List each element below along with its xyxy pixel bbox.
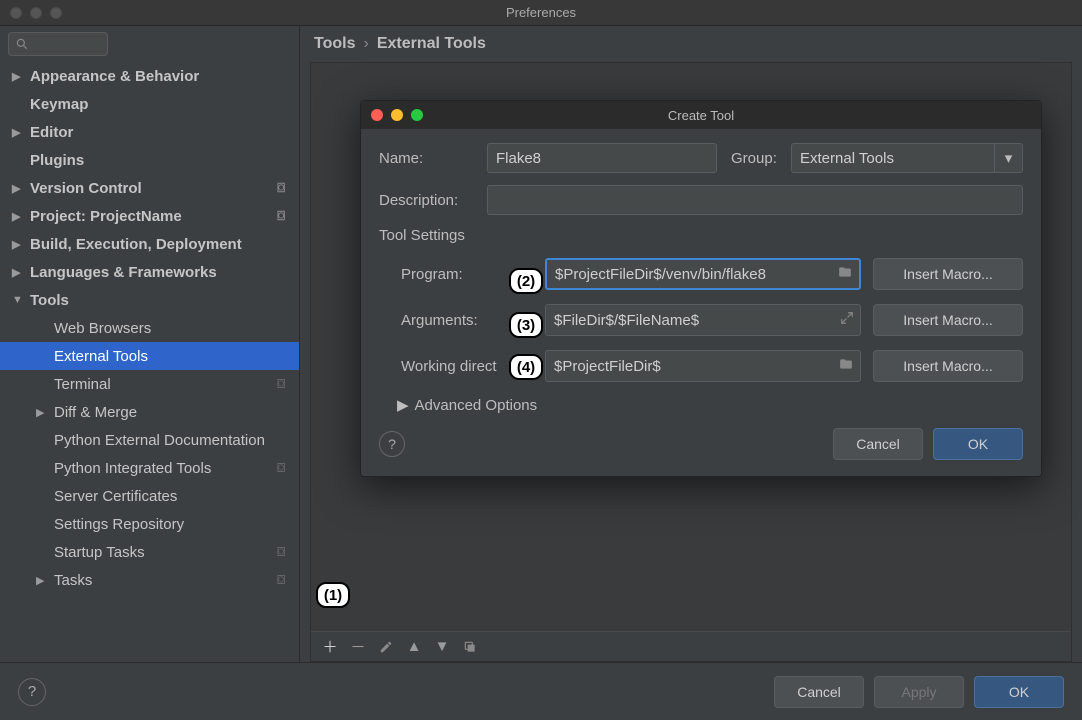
add-button[interactable]: ＋: [321, 638, 339, 656]
sidebar-item[interactable]: ▶Editor: [0, 118, 299, 146]
sidebar-item[interactable]: Python Integrated Tools⌼: [0, 454, 299, 482]
pref-apply-button[interactable]: Apply: [874, 676, 964, 708]
callout-1: (1): [316, 582, 350, 608]
program-value: $ProjectFileDir$/venv/bin/flake8: [555, 266, 766, 283]
sidebar-item[interactable]: ▶Version Control⌼: [0, 174, 299, 202]
sidebar-item[interactable]: ▶Appearance & Behavior: [0, 62, 299, 90]
callout-4: (4): [509, 354, 543, 380]
copy-button[interactable]: [461, 638, 479, 656]
pref-cancel-button[interactable]: Cancel: [774, 676, 864, 708]
description-label: Description:: [379, 192, 487, 209]
sidebar-item[interactable]: ▶Languages & Frameworks: [0, 258, 299, 286]
pref-ok-button[interactable]: OK: [974, 676, 1064, 708]
sidebar-item[interactable]: Settings Repository: [0, 510, 299, 538]
preferences-footer: ? Cancel Apply OK: [0, 662, 1082, 720]
chevron-down-icon: ▾: [1005, 149, 1013, 167]
window-title: Preferences: [0, 5, 1082, 20]
group-value: External Tools: [800, 150, 894, 167]
workdir-insert-macro-button[interactable]: Insert Macro...: [873, 350, 1023, 382]
dialog-cancel-button[interactable]: Cancel: [833, 428, 923, 460]
down-button[interactable]: ▼: [433, 638, 451, 656]
program-field[interactable]: $ProjectFileDir$/venv/bin/flake8: [545, 258, 861, 290]
callout-3: (3): [509, 312, 543, 338]
expand-icon[interactable]: [840, 311, 854, 329]
name-input[interactable]: [496, 150, 708, 167]
sidebar-item[interactable]: ▶Build, Execution, Deployment: [0, 230, 299, 258]
chevron-right-icon: ▶: [397, 396, 409, 414]
search-icon: [15, 37, 29, 51]
sidebar-item[interactable]: Startup Tasks⌼: [0, 538, 299, 566]
dialog-titlebar: Create Tool: [361, 101, 1041, 129]
folder-icon[interactable]: [837, 265, 853, 283]
name-label: Name:: [379, 150, 487, 167]
breadcrumb-root[interactable]: Tools: [314, 35, 355, 53]
dialog-help-button[interactable]: ?: [379, 431, 405, 457]
name-field[interactable]: [487, 143, 717, 173]
sidebar-item[interactable]: External Tools: [0, 342, 299, 370]
folder-icon[interactable]: [838, 357, 854, 375]
search-input[interactable]: [8, 32, 108, 56]
sidebar-item[interactable]: Terminal⌼: [0, 370, 299, 398]
breadcrumb-current: External Tools: [377, 35, 486, 53]
titlebar: Preferences: [0, 0, 1082, 26]
breadcrumb: Tools › External Tools: [300, 26, 1082, 62]
group-label: Group:: [731, 150, 791, 167]
create-tool-dialog: Create Tool Name: Group: External Tools …: [360, 100, 1042, 477]
workdir-field[interactable]: $ProjectFileDir$: [545, 350, 861, 382]
advanced-options-label: Advanced Options: [415, 397, 538, 414]
sidebar-item[interactable]: ▶Project: ProjectName⌼: [0, 202, 299, 230]
group-select[interactable]: External Tools ▾: [791, 143, 1023, 173]
help-button[interactable]: ?: [18, 678, 46, 706]
workdir-value: $ProjectFileDir$: [554, 358, 661, 375]
sidebar-item[interactable]: Plugins: [0, 146, 299, 174]
sidebar-item[interactable]: ▼Tools: [0, 286, 299, 314]
tool-settings-header: Tool Settings: [379, 227, 1023, 244]
arguments-insert-macro-button[interactable]: Insert Macro...: [873, 304, 1023, 336]
panel-toolbar: ＋ － ▲ ▼: [311, 631, 1071, 661]
arguments-value: $FileDir$/$FileName$: [554, 312, 699, 329]
advanced-options-toggle[interactable]: ▶ Advanced Options: [397, 396, 1023, 414]
sidebar-item[interactable]: ▶Tasks⌼: [0, 566, 299, 594]
program-insert-macro-button[interactable]: Insert Macro...: [873, 258, 1023, 290]
description-field[interactable]: [487, 185, 1023, 215]
dialog-ok-button[interactable]: OK: [933, 428, 1023, 460]
edit-button[interactable]: [377, 638, 395, 656]
sidebar-item[interactable]: Python External Documentation: [0, 426, 299, 454]
group-dropdown-button[interactable]: ▾: [994, 143, 1022, 173]
copy-icon: [463, 640, 477, 654]
callout-2: (2): [509, 268, 543, 294]
sidebar-item[interactable]: Keymap: [0, 90, 299, 118]
sidebar-item[interactable]: Server Certificates: [0, 482, 299, 510]
breadcrumb-sep: ›: [363, 35, 368, 53]
remove-button[interactable]: －: [349, 638, 367, 656]
up-button[interactable]: ▲: [405, 638, 423, 656]
sidebar-item[interactable]: ▶Diff & Merge: [0, 398, 299, 426]
sidebar: ▶Appearance & BehaviorKeymap▶EditorPlugi…: [0, 26, 300, 662]
settings-tree: ▶Appearance & BehaviorKeymap▶EditorPlugi…: [0, 62, 299, 662]
dialog-title: Create Tool: [361, 108, 1041, 123]
description-input[interactable]: [496, 192, 1014, 209]
sidebar-item[interactable]: Web Browsers: [0, 314, 299, 342]
arguments-field[interactable]: $FileDir$/$FileName$: [545, 304, 861, 336]
pencil-icon: [379, 640, 393, 654]
